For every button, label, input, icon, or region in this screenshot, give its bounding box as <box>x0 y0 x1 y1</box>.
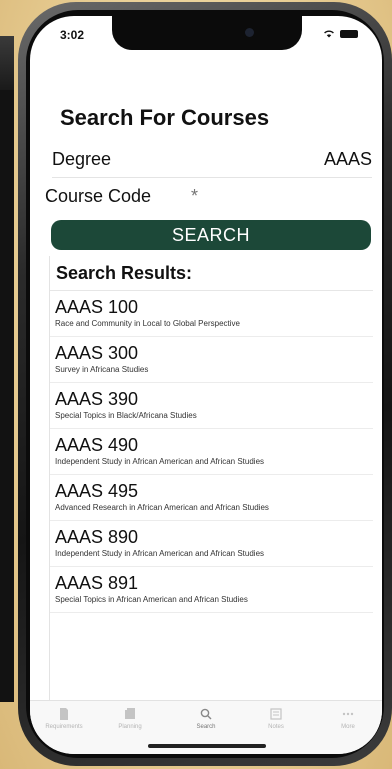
course-code: AAAS 891 <box>55 573 139 593</box>
course-list-item[interactable]: AAAS 100 Race and Community in Local to … <box>50 291 373 337</box>
course-list-item[interactable]: AAAS 890 Independent Study in African Am… <box>50 521 373 567</box>
course-title: Advanced Research in African American an… <box>55 503 269 512</box>
wifi-icon <box>324 30 334 38</box>
course-code: AAAS 300 <box>55 343 139 363</box>
course-code: AAAS 490 <box>55 435 139 455</box>
search-results-panel[interactable]: Search Results: AAAS 100 Race and Commun… <box>49 256 373 700</box>
course-title: Special Topics in African American and A… <box>55 595 248 604</box>
course-list-item[interactable]: AAAS 300 Survey in Africana Studies <box>50 337 373 383</box>
course-code-label: Course Code <box>45 186 152 206</box>
tab-more[interactable]: More <box>318 707 378 730</box>
tab-label: Requirements <box>45 724 83 730</box>
status-icons <box>323 29 358 38</box>
status-time: 3:02 <box>60 28 85 42</box>
background-device-edge <box>0 36 14 702</box>
document-icon <box>60 708 68 720</box>
course-list-item[interactable]: AAAS 390 Special Topics in Black/African… <box>50 383 373 429</box>
course-title: Independent Study in African American an… <box>55 549 265 558</box>
course-code-input[interactable] <box>191 186 341 206</box>
course-code: AAAS 100 <box>55 297 139 317</box>
notes-icon <box>270 708 282 720</box>
home-indicator[interactable] <box>148 744 266 748</box>
page-title: Search For Courses <box>60 105 270 130</box>
results-heading: Search Results: <box>50 256 373 291</box>
degree-value[interactable]: AAAS <box>324 149 372 170</box>
app-screen: 3:02 Search For Courses Degree AAAS Cour… <box>30 16 382 754</box>
search-button[interactable]: SEARCH <box>51 220 371 250</box>
degree-row[interactable]: Degree AAAS <box>52 147 372 178</box>
tab-label: More <box>341 724 355 730</box>
camera-notch <box>112 16 302 50</box>
tab-label: Planning <box>118 724 142 730</box>
course-list-item[interactable]: AAAS 495 Advanced Research in African Am… <box>50 475 373 521</box>
status-bar: 3:02 <box>30 16 382 60</box>
tab-planning[interactable]: Planning <box>100 707 160 730</box>
course-code: AAAS 390 <box>55 389 139 409</box>
battery-icon <box>340 29 358 38</box>
course-code: AAAS 495 <box>55 481 139 501</box>
course-list-item[interactable]: AAAS 891 Special Topics in African Ameri… <box>50 567 373 613</box>
course-code: AAAS 890 <box>55 527 139 547</box>
course-code-row: Course Code <box>45 182 372 212</box>
course-title: Special Topics in Black/Africana Studies <box>55 411 197 420</box>
course-title: Race and Community in Local to Global Pe… <box>55 319 240 328</box>
more-icon <box>342 712 354 716</box>
course-list-item[interactable]: AAAS 490 Independent Study in African Am… <box>50 429 373 475</box>
tab-search[interactable]: Search <box>176 707 236 730</box>
search-icon <box>200 708 212 720</box>
tab-requirements[interactable]: Requirements <box>34 707 94 730</box>
course-title: Independent Study in African American an… <box>55 457 265 466</box>
stack-icon <box>125 708 135 719</box>
tab-label: Notes <box>268 724 284 730</box>
tab-notes[interactable]: Notes <box>246 707 306 730</box>
tab-label: Search <box>196 724 216 730</box>
course-title: Survey in Africana Studies <box>55 365 149 374</box>
degree-label: Degree <box>52 149 112 169</box>
